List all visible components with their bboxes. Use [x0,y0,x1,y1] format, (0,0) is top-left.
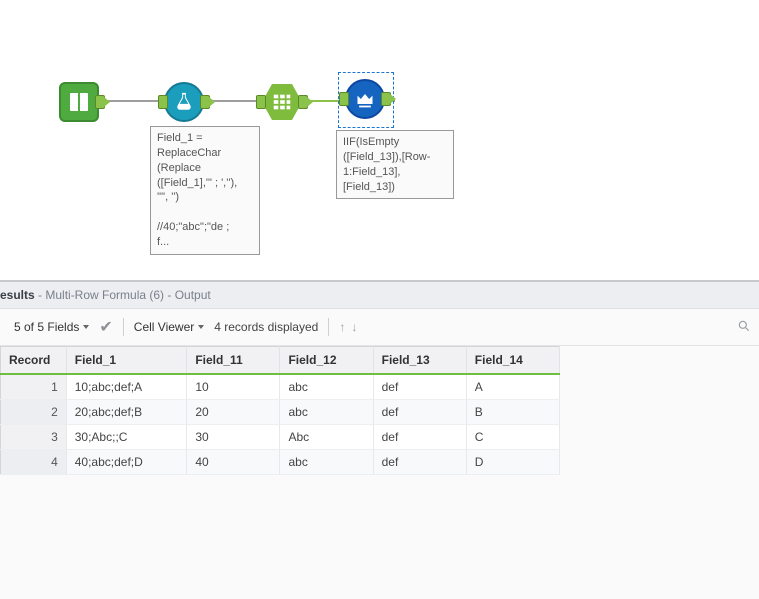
col-field11[interactable]: Field_11 [187,347,280,375]
table-row[interactable]: 3 30;Abc;;C 30 Abc def C [1,425,560,450]
col-field12[interactable]: Field_12 [280,347,373,375]
results-header: esults - Multi-Row Formula (6) - Output [0,282,759,309]
cell[interactable]: 40 [187,450,280,475]
cell[interactable]: 30 [187,425,280,450]
cell-viewer-label: Cell Viewer [134,320,194,334]
cell[interactable]: abc [280,374,373,400]
tool-formula[interactable] [160,78,208,126]
arrow-up-icon[interactable]: ↑ [339,320,345,334]
tool-text-to-columns[interactable] [258,78,306,126]
row-number: 2 [1,400,67,425]
results-source: - Multi-Row Formula (6) - Output [35,288,211,302]
cell[interactable]: def [373,400,466,425]
row-number: 1 [1,374,67,400]
apply-check-icon[interactable]: ✔ [99,317,112,337]
columns-icon [262,82,302,122]
row-number: 3 [1,425,67,450]
tool-multirow-formula-selected[interactable] [338,72,394,128]
search-icon[interactable] [737,319,751,336]
annotation-multirow[interactable]: IIF(IsEmpty ([Field_13]),[Row- 1:Field_1… [336,130,454,199]
col-record[interactable]: Record [1,347,67,375]
row-number: 4 [1,450,67,475]
cell[interactable]: def [373,425,466,450]
caret-down-icon [83,325,89,329]
cell[interactable]: 10;abc;def;A [66,374,187,400]
cell[interactable]: 30;Abc;;C [66,425,187,450]
cell[interactable]: def [373,374,466,400]
col-field13[interactable]: Field_13 [373,347,466,375]
table-header-row: Record Field_1 Field_11 Field_12 Field_1… [1,347,560,375]
col-field14[interactable]: Field_14 [466,347,559,375]
cell[interactable]: Abc [280,425,373,450]
fields-label: 5 of 5 Fields [14,320,79,334]
records-count: 4 records displayed [214,320,318,334]
cell[interactable]: D [466,450,559,475]
multirow-icon [345,79,385,119]
separator [328,318,329,336]
arrow-down-icon[interactable]: ↓ [351,320,357,334]
cell[interactable]: abc [280,450,373,475]
results-panel: esults - Multi-Row Formula (6) - Output … [0,280,759,599]
col-field1[interactable]: Field_1 [66,347,187,375]
table-row[interactable]: 1 10;abc;def;A 10 abc def A [1,374,560,400]
results-table[interactable]: Record Field_1 Field_11 Field_12 Field_1… [0,346,560,475]
cell[interactable]: 40;abc;def;D [66,450,187,475]
connector [104,100,164,102]
input-icon [59,82,99,122]
cell[interactable]: 20 [187,400,280,425]
fields-dropdown[interactable]: 5 of 5 Fields [14,320,89,334]
cell[interactable]: 10 [187,374,280,400]
cell[interactable]: C [466,425,559,450]
workflow-canvas[interactable]: Field_1 = ReplaceChar (Replace ([Field_1… [0,0,759,280]
caret-down-icon [198,325,204,329]
table-row[interactable]: 2 20;abc;def;B 20 abc def B [1,400,560,425]
results-toolbar: 5 of 5 Fields ✔ Cell Viewer 4 records di… [0,309,759,346]
results-title: esults [0,288,35,302]
annotation-formula[interactable]: Field_1 = ReplaceChar (Replace ([Field_1… [150,126,260,255]
table-row[interactable]: 4 40;abc;def;D 40 abc def D [1,450,560,475]
cell[interactable]: A [466,374,559,400]
cell-viewer-dropdown[interactable]: Cell Viewer [134,320,204,334]
separator [123,318,124,336]
cell[interactable]: abc [280,400,373,425]
flask-icon [164,82,204,122]
cell[interactable]: def [373,450,466,475]
tool-input-data[interactable] [55,78,103,126]
cell[interactable]: B [466,400,559,425]
cell[interactable]: 20;abc;def;B [66,400,187,425]
